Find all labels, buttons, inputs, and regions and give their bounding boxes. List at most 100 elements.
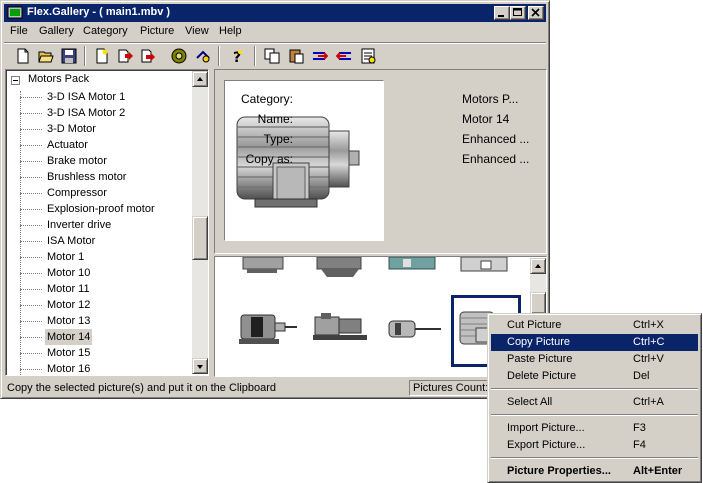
tree-item-label: Motor 10 — [47, 267, 91, 279]
gallery-thumb[interactable] — [313, 309, 373, 349]
maximize-icon — [513, 8, 522, 16]
tree-scroll-down[interactable] — [192, 358, 208, 374]
tree-line — [20, 145, 42, 146]
motor-thumb-image — [316, 257, 362, 277]
save-button[interactable] — [58, 46, 80, 66]
ctx-picture-properties[interactable]: Picture Properties... Alt+Enter — [491, 463, 698, 480]
tree-line — [20, 305, 42, 306]
add-picture-button[interactable] — [114, 46, 136, 66]
new-page-button[interactable] — [91, 46, 113, 66]
info-copyas-label: Copy as: — [245, 152, 293, 166]
ctx-select-all[interactable]: Select All Ctrl+A — [491, 394, 698, 411]
menu-view[interactable]: View — [185, 25, 209, 37]
gallery-thumb[interactable] — [459, 257, 519, 275]
tree-line — [20, 369, 42, 370]
tree-scroll-up[interactable] — [192, 71, 208, 87]
menu-file[interactable]: File — [10, 25, 28, 37]
tree-line — [20, 321, 42, 322]
motor-thumb-image — [460, 257, 508, 272]
tree-root-label: Motors Pack — [28, 73, 90, 85]
move-right-icon — [313, 52, 328, 60]
toolbar: ? — [4, 42, 546, 68]
new-button[interactable] — [12, 46, 34, 66]
menu-help[interactable]: Help — [219, 25, 242, 37]
tree-item-label: Motor 1 — [47, 251, 85, 263]
close-button[interactable] — [528, 6, 544, 20]
gallery-scroll-up[interactable] — [530, 258, 546, 274]
tree-line — [20, 177, 42, 178]
category-tree[interactable]: Motors Pack 3-D ISA Motor 1 3-D ISA Motor… — [5, 69, 209, 376]
tree-item-label: Inverter drive — [47, 219, 112, 231]
ctx-export-picture[interactable]: Export Picture... F4 — [491, 437, 698, 454]
tree-line — [20, 225, 42, 226]
info-copyas-value: Enhanced ... — [462, 152, 530, 166]
menu-category[interactable]: Category — [83, 25, 128, 37]
title-bar[interactable]: Flex.Gallery - ( main1.mbv ) — [4, 4, 546, 22]
motor-thumb-image — [242, 257, 284, 273]
toolbar-separator — [84, 46, 86, 66]
ctx-delete-picture[interactable]: Delete Picture Del — [491, 368, 698, 385]
info-name-value: Motor 14 — [462, 112, 510, 126]
gallery-scroll-thumb[interactable] — [530, 292, 546, 314]
toolbar-separator — [254, 46, 256, 66]
move-right-button[interactable] — [309, 46, 331, 66]
copy-button[interactable] — [261, 46, 283, 66]
move-left-icon — [336, 52, 351, 60]
import-button[interactable] — [137, 46, 159, 66]
menu-gallery[interactable]: Gallery — [39, 25, 74, 37]
ctx-cut-picture[interactable]: Cut Picture Ctrl+X — [491, 317, 698, 334]
move-left-button[interactable] — [333, 46, 355, 66]
gallery-thumb[interactable] — [237, 257, 297, 275]
minimize-button[interactable] — [494, 6, 510, 20]
new-page-icon — [96, 48, 108, 64]
tree-line — [20, 289, 42, 290]
tree-line — [20, 113, 42, 114]
tree-item-label: Brake motor — [47, 155, 107, 167]
settings-button[interactable] — [192, 46, 214, 66]
settings-icon — [196, 50, 210, 63]
tree-item-label: Brushless motor — [47, 171, 127, 183]
add-picture-icon — [118, 49, 133, 63]
gallery-thumb[interactable] — [385, 311, 445, 347]
tree-item-label: Compressor — [47, 187, 107, 199]
copy-icon — [264, 48, 280, 64]
gallery-thumb[interactable] — [237, 307, 303, 351]
gallery-thumb[interactable] — [313, 257, 373, 279]
gallery-thumb[interactable] — [387, 257, 447, 273]
tree-scrollbar[interactable] — [192, 71, 208, 374]
new-icon — [17, 48, 29, 64]
tree-line — [20, 129, 42, 130]
motor-thumb-image — [313, 313, 367, 340]
info-name-label: Name: — [257, 112, 293, 126]
tree-line — [20, 257, 42, 258]
help-icon: ? — [233, 50, 242, 64]
tree-scroll-thumb[interactable] — [192, 216, 208, 260]
tree-item-label: Motor 16 — [47, 363, 91, 375]
paste-button[interactable] — [285, 46, 307, 66]
disk-button[interactable] — [168, 46, 190, 66]
info-category-label: Category: — [240, 92, 293, 106]
collapse-icon[interactable] — [11, 76, 20, 85]
save-icon — [61, 48, 77, 64]
motor-thumb-image — [388, 257, 436, 270]
maximize-button[interactable] — [510, 6, 526, 20]
tree-item-label: Motor 15 — [47, 347, 91, 359]
window-title: Flex.Gallery - ( main1.mbv ) — [27, 6, 171, 18]
status-message: Copy the selected picture(s) and put it … — [7, 382, 277, 394]
menu-bar: File Gallery Category Picture View Help — [4, 22, 546, 41]
tree-line — [20, 161, 42, 162]
tree-item-label: 3-D ISA Motor 2 — [47, 107, 126, 119]
ctx-import-picture[interactable]: Import Picture... F3 — [491, 420, 698, 437]
menu-picture[interactable]: Picture — [140, 25, 174, 37]
disk-icon — [171, 48, 187, 64]
tree-line — [20, 353, 42, 354]
ctx-copy-picture[interactable]: Copy Picture Ctrl+C — [491, 334, 698, 351]
ctx-paste-picture[interactable]: Paste Picture Ctrl+V — [491, 351, 698, 368]
tree-line — [20, 209, 42, 210]
properties-button[interactable] — [357, 46, 379, 66]
open-button[interactable] — [35, 46, 57, 66]
tree-line — [20, 97, 42, 98]
context-menu: Cut Picture Ctrl+X Copy Picture Ctrl+C Pas… — [487, 313, 702, 483]
tree-item-label: Explosion-proof motor — [47, 203, 155, 215]
help-button[interactable]: ? — [226, 46, 248, 66]
